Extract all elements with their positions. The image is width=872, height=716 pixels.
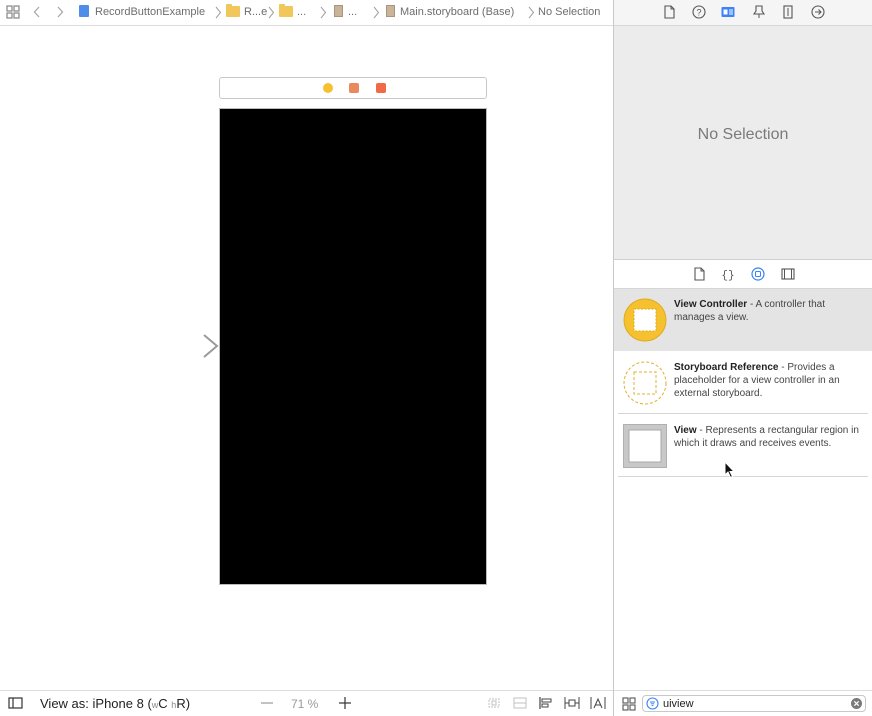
scene-dock[interactable] — [219, 77, 487, 99]
breadcrumb-group-1[interactable]: R...e — [226, 0, 267, 25]
breadcrumb-group-2-label: ... — [297, 6, 307, 18]
svg-text:?: ? — [696, 8, 701, 18]
file-templates-icon[interactable] — [692, 267, 706, 281]
view-icon — [623, 424, 667, 468]
storyboard-canvas[interactable] — [0, 26, 613, 690]
breadcrumb-group-2[interactable]: ... — [279, 0, 306, 25]
library-item-text: Storyboard Reference - Provides a placeh… — [674, 361, 864, 400]
clear-filter-icon[interactable] — [851, 698, 862, 709]
media-library-icon[interactable] — [781, 267, 795, 281]
code-snippets-icon[interactable]: {} — [721, 267, 735, 281]
identity-inspector-icon[interactable] — [721, 5, 735, 19]
divider — [618, 476, 868, 477]
zoom-out-icon[interactable] — [259, 696, 275, 710]
inspector-tab-bar: ? — [614, 0, 872, 26]
size-class-c: C — [158, 696, 168, 711]
breadcrumb-separator-icon — [268, 6, 275, 19]
back-arrow-icon[interactable] — [33, 0, 41, 25]
breadcrumb-storyboard[interactable]: Main.storyboard (Base) — [386, 0, 514, 25]
size-inspector-icon[interactable] — [781, 5, 795, 19]
canvas-bottom-bar: View as: iPhone 8 (wC hR) 71 % — [0, 690, 613, 716]
storyboard-file-icon — [386, 5, 395, 17]
update-frames-icon[interactable] — [486, 696, 502, 710]
first-responder-icon[interactable] — [349, 83, 359, 93]
breadcrumb-separator-icon — [373, 6, 380, 19]
breadcrumb-project[interactable]: RecordButtonExample — [79, 0, 205, 25]
quick-help-icon[interactable]: ? — [692, 5, 706, 19]
library-item-storyboard-reference[interactable]: Storyboard Reference - Provides a placeh… — [614, 352, 872, 414]
library-item-title: View — [674, 425, 697, 436]
view-as-device-button[interactable]: View as: iPhone 8 (wC hR) — [40, 696, 190, 711]
related-items-icon[interactable] — [6, 0, 20, 25]
project-file-icon — [79, 5, 89, 17]
embed-in-stack-icon[interactable] — [512, 696, 528, 710]
view-as-suffix: ) — [185, 696, 191, 711]
folder-icon — [279, 4, 293, 17]
library-item-view-controller[interactable]: View Controller - A controller that mana… — [614, 289, 872, 351]
view-controller-icon — [623, 298, 667, 342]
library-item-title: View Controller — [674, 299, 748, 310]
storyboard-editor: RecordButtonExample R...e ... ... Main.s… — [0, 0, 613, 716]
connections-inspector-icon[interactable] — [811, 5, 825, 19]
breadcrumb-selection[interactable]: No Selection — [538, 0, 600, 25]
library-filter-field[interactable] — [642, 695, 866, 712]
library-filter-input[interactable] — [663, 696, 843, 711]
library-item-description: - Represents a rectangular region in whi… — [674, 425, 859, 449]
view-as-prefix: View as: iPhone 8 ( — [40, 696, 152, 711]
library-item-text: View - Represents a rectangular region i… — [674, 424, 864, 450]
storyboard-reference-icon — [623, 361, 667, 405]
breadcrumb-separator-icon — [528, 6, 535, 19]
storyboard-file-icon — [334, 5, 343, 17]
breadcrumb-project-label: RecordButtonExample — [95, 6, 206, 18]
library-item-title: Storyboard Reference — [674, 362, 779, 373]
inspector-content: No Selection — [614, 26, 872, 260]
align-icon[interactable] — [538, 696, 554, 710]
exit-icon[interactable] — [376, 83, 386, 93]
zoom-level[interactable]: 71 % — [291, 697, 318, 711]
file-inspector-icon[interactable] — [662, 5, 676, 19]
object-library-icon[interactable] — [751, 267, 765, 281]
document-outline-toggle-icon[interactable] — [8, 696, 24, 710]
jump-bar: RecordButtonExample R...e ... ... Main.s… — [0, 0, 613, 26]
attributes-inspector-icon[interactable] — [752, 5, 766, 19]
filter-icon — [646, 697, 659, 710]
library-item-text: View Controller - A controller that mana… — [674, 298, 864, 324]
library-item-view[interactable]: View - Represents a rectangular region i… — [614, 415, 872, 477]
breadcrumb-separator-icon — [215, 6, 222, 19]
resolve-auto-layout-issues-icon[interactable] — [590, 696, 606, 710]
divider — [618, 413, 868, 414]
library-filter-bar — [614, 690, 872, 716]
svg-text:{}: {} — [721, 270, 734, 281]
utilities-panel: ? No Selection {} View Controller - A co… — [614, 0, 872, 716]
breadcrumb-group-1-label: R...e — [244, 6, 268, 18]
forward-arrow-icon[interactable] — [56, 0, 64, 25]
zoom-in-icon[interactable] — [337, 696, 353, 710]
add-constraints-icon[interactable] — [564, 696, 580, 710]
no-selection-label: No Selection — [697, 126, 789, 143]
breadcrumb-file-folder-label: ... — [348, 6, 358, 18]
scene-root-view[interactable] — [219, 108, 487, 585]
mouse-cursor-icon — [724, 461, 736, 479]
folder-icon — [226, 4, 240, 17]
size-class-r: R — [176, 696, 186, 711]
breadcrumb-file-folder[interactable]: ... — [334, 0, 357, 25]
view-controller-icon[interactable] — [323, 83, 333, 93]
grid-view-toggle-icon[interactable] — [622, 697, 636, 711]
breadcrumb-storyboard-label: Main.storyboard (Base) — [400, 6, 515, 18]
library-tab-bar: {} — [614, 260, 872, 289]
breadcrumb-separator-icon — [320, 6, 327, 19]
entry-point-arrow-icon[interactable] — [148, 331, 220, 361]
